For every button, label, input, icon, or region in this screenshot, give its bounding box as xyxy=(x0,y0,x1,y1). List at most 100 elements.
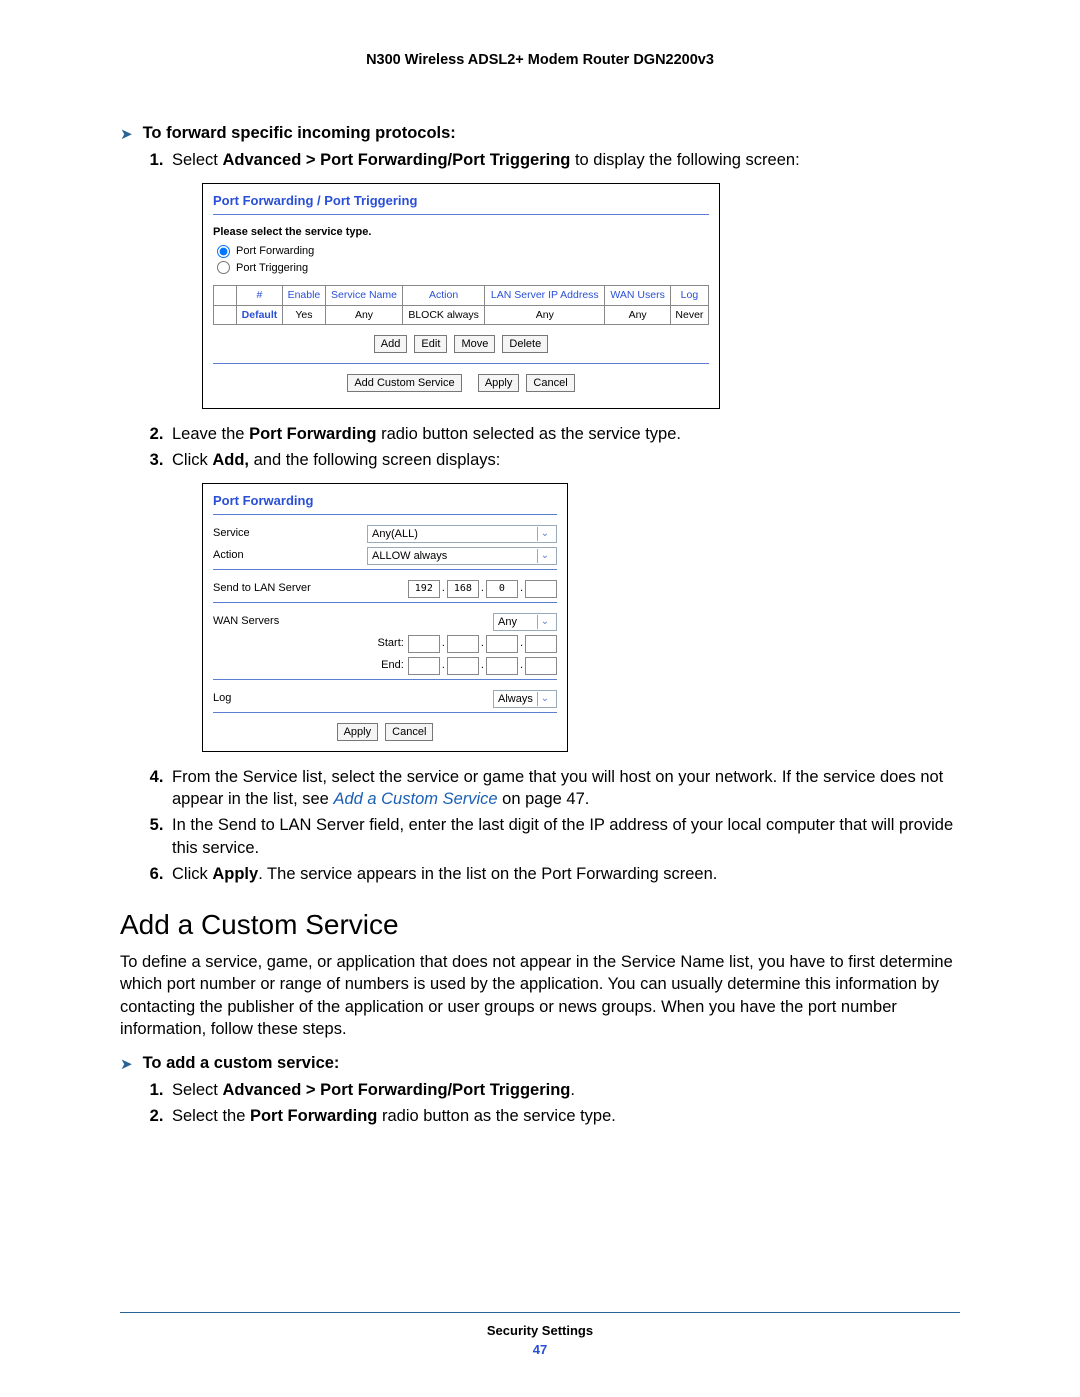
step-3: Click Add, and the following screen disp… xyxy=(168,449,960,752)
footer-section: Security Settings xyxy=(120,1323,960,1338)
th-blank xyxy=(214,286,237,305)
action-select[interactable]: ALLOW always⌄ xyxy=(367,547,557,565)
td-service: Any xyxy=(325,305,402,324)
label-wan: WAN Servers xyxy=(213,614,353,629)
s2s1c: . xyxy=(570,1081,575,1099)
footer-divider xyxy=(120,1312,960,1313)
step-2-c: radio button selected as the service typ… xyxy=(376,425,681,443)
start-octet-1[interactable] xyxy=(408,635,440,653)
wan-select-value: Any xyxy=(498,614,517,630)
dot: . xyxy=(520,581,523,596)
dot: . xyxy=(442,581,445,596)
arrow-icon: ➤ xyxy=(120,125,133,143)
start-octet-2[interactable] xyxy=(447,635,479,653)
ip-octet-2[interactable] xyxy=(447,580,479,598)
wan-select[interactable]: Any ⌄ xyxy=(493,613,557,631)
s2s2c: radio button as the service type. xyxy=(377,1107,615,1125)
row-end: End: . . . xyxy=(213,657,557,675)
label-action: Action xyxy=(213,548,353,563)
chevron-down-icon: ⌄ xyxy=(537,615,552,629)
th-wan-users: WAN Users xyxy=(605,286,670,305)
label-service: Service xyxy=(213,526,353,541)
port-forwarding-table: # Enable Service Name Action LAN Server … xyxy=(213,285,709,324)
add-custom-service-button[interactable]: Add Custom Service xyxy=(347,374,461,392)
step-4-link[interactable]: Add a Custom Service xyxy=(333,790,497,808)
td-enable: Yes xyxy=(282,305,325,324)
th-log: Log xyxy=(670,286,708,305)
dot: . xyxy=(481,581,484,596)
label-log: Log xyxy=(213,691,353,706)
action-select-value: ALLOW always xyxy=(372,548,447,564)
divider xyxy=(213,514,557,515)
apply-button[interactable]: Apply xyxy=(478,374,520,392)
step-2: Leave the Port Forwarding radio button s… xyxy=(168,423,960,445)
panel1-button-row-2: Add Custom Service Apply Cancel xyxy=(213,374,709,392)
divider xyxy=(213,569,557,570)
td-blank xyxy=(214,305,237,324)
chevron-down-icon: ⌄ xyxy=(537,527,552,541)
divider xyxy=(213,214,709,215)
delete-button[interactable]: Delete xyxy=(502,335,548,353)
divider xyxy=(213,602,557,603)
step-2-b: Port Forwarding xyxy=(249,425,376,443)
th-enable: Enable xyxy=(282,286,325,305)
label-start: Start: xyxy=(378,636,404,651)
log-select[interactable]: Always ⌄ xyxy=(493,690,557,708)
chevron-down-icon: ⌄ xyxy=(537,692,552,706)
end-octet-1[interactable] xyxy=(408,657,440,675)
step-6-c: . The service appears in the list on the… xyxy=(258,865,717,883)
panel1-button-row-1: Add Edit Move Delete xyxy=(213,335,709,353)
service-select[interactable]: Any(ALL) ⌄ xyxy=(367,525,557,543)
ip-octet-4[interactable] xyxy=(525,580,557,598)
doc-header: N300 Wireless ADSL2+ Modem Router DGN220… xyxy=(120,52,960,68)
row-action: Action ALLOW always⌄ xyxy=(213,547,557,565)
start-octet-3[interactable] xyxy=(486,635,518,653)
step-1-text-c: to display the following screen: xyxy=(570,151,799,169)
end-octet-2[interactable] xyxy=(447,657,479,675)
apply-button[interactable]: Apply xyxy=(337,723,379,741)
step-6-b: Apply xyxy=(212,865,258,883)
cancel-button[interactable]: Cancel xyxy=(385,723,433,741)
radio-port-triggering[interactable]: Port Triggering xyxy=(213,261,709,276)
table-row: Default Yes Any BLOCK always Any Any Nev… xyxy=(214,305,709,324)
end-octet-4[interactable] xyxy=(525,657,557,675)
page-footer: Security Settings 47 xyxy=(120,1304,960,1357)
cancel-button[interactable]: Cancel xyxy=(526,374,574,392)
add-button[interactable]: Add xyxy=(374,335,408,353)
th-action: Action xyxy=(403,286,485,305)
procedure-heading-2: ➤ To add a custom service: xyxy=(120,1054,960,1073)
panel2-title: Port Forwarding xyxy=(213,492,557,510)
start-octet-4[interactable] xyxy=(525,635,557,653)
move-button[interactable]: Move xyxy=(454,335,495,353)
step-1-text-a: Select xyxy=(172,151,222,169)
screenshot-port-forwarding-list: Port Forwarding / Port Triggering Please… xyxy=(202,183,720,408)
radio-port-triggering-input[interactable] xyxy=(217,261,230,274)
radio-port-forwarding[interactable]: Port Forwarding xyxy=(213,244,709,259)
step-3-a: Click xyxy=(172,451,212,469)
s2s2b: Port Forwarding xyxy=(250,1107,377,1125)
th-lan-ip: LAN Server IP Address xyxy=(485,286,605,305)
log-select-value: Always xyxy=(498,691,533,707)
row-send-lan: Send to LAN Server . . . xyxy=(213,580,557,598)
divider xyxy=(213,712,557,713)
td-default: Default xyxy=(237,305,283,324)
step-5: In the Send to LAN Server field, enter t… xyxy=(168,814,960,859)
screenshot-port-forwarding-add: Port Forwarding Service Any(ALL) ⌄ Action… xyxy=(202,483,568,752)
td-log: Never xyxy=(670,305,708,324)
row-service: Service Any(ALL) ⌄ xyxy=(213,525,557,543)
radio-port-forwarding-input[interactable] xyxy=(217,245,230,258)
s2s1a: Select xyxy=(172,1081,222,1099)
step-4: From the Service list, select the servic… xyxy=(168,766,960,811)
ip-octet-3[interactable] xyxy=(486,580,518,598)
ip-octet-1[interactable] xyxy=(408,580,440,598)
step-3-b: Add, xyxy=(212,451,249,469)
end-octet-3[interactable] xyxy=(486,657,518,675)
panel1-select-label: Please select the service type. xyxy=(213,225,709,240)
radio-port-forwarding-label: Port Forwarding xyxy=(236,244,314,259)
label-send-lan: Send to LAN Server xyxy=(213,581,353,596)
edit-button[interactable]: Edit xyxy=(414,335,447,353)
s2s2a: Select the xyxy=(172,1107,250,1125)
footer-page-number: 47 xyxy=(120,1342,960,1357)
td-wan: Any xyxy=(605,305,670,324)
service-select-value: Any(ALL) xyxy=(372,526,418,542)
